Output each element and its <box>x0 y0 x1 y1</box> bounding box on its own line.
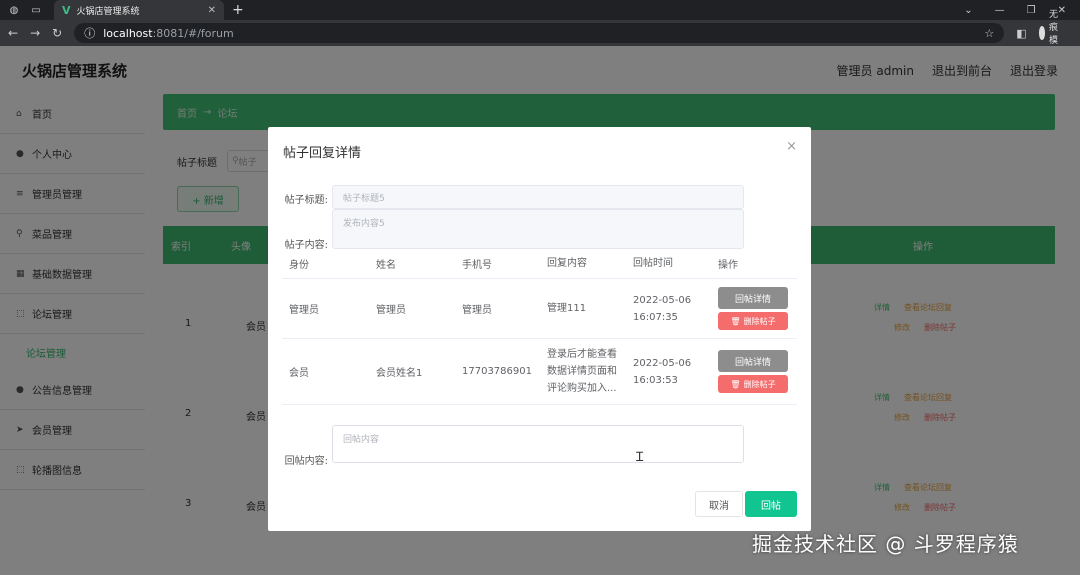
globe-icon[interactable]: ◍ <box>6 2 22 18</box>
dialog-title: 帖子回复详情 <box>283 146 362 161</box>
reply-detail-button[interactable]: 回帖详情 <box>718 350 788 372</box>
vue-logo-icon: V <box>62 3 71 17</box>
reload-icon[interactable]: ↻ <box>52 26 62 40</box>
minimize-icon[interactable]: — <box>995 5 1005 16</box>
browser-tab[interactable]: V 火锅店管理系统 ✕ <box>54 0 224 20</box>
tab-overview-icon[interactable]: ▭ <box>28 2 44 18</box>
text-cursor-icon: Ɪ <box>636 450 644 465</box>
trash-icon: 🗑 <box>730 379 741 389</box>
back-icon[interactable]: ← <box>8 26 18 40</box>
cell-phone: 17703786901 <box>462 366 532 377</box>
url-field[interactable]: ⓘ localhost:8081/#/forum ☆ <box>74 23 1005 43</box>
col-name: 姓名 <box>376 260 396 271</box>
delete-post-label: 删除帖子 <box>743 316 776 326</box>
post-title-field[interactable]: 帖子标题5 <box>332 185 744 209</box>
tab-close-icon[interactable]: ✕ <box>208 5 216 16</box>
cell-actions: 回帖详情 🗑 删除帖子 <box>711 287 797 330</box>
cell-content: 管理111 <box>547 303 587 314</box>
info-icon[interactable]: ⓘ <box>84 25 95 41</box>
col-time: 回帖时间 <box>633 258 673 269</box>
cancel-button[interactable]: 取消 <box>695 491 743 517</box>
cell-name: 管理员 <box>376 305 406 316</box>
cell-time: 2022-05-06 16:07:35 <box>633 294 692 323</box>
trash-icon: 🗑 <box>730 316 741 326</box>
reply-table: 身份 姓名 手机号 回复内容 回帖时间 操作 管理员 管理员 管理员 管理111… <box>282 249 797 405</box>
chevron-down-icon[interactable]: ⌄ <box>964 5 972 16</box>
url-host: localhost <box>103 26 153 40</box>
col-phone: 手机号 <box>462 260 492 271</box>
reply-content-label: 回帖内容: <box>284 456 328 467</box>
forward-icon[interactable]: → <box>30 26 40 40</box>
cell-content: 登录后才能查看数据详情页面和评论购买加入... <box>547 349 617 394</box>
reply-detail-dialog: 帖子回复详情 × 帖子标题: 帖子标题5 帖子内容: 发布内容5 身份 姓名 手… <box>268 127 811 531</box>
restore-icon[interactable]: ❐ <box>1027 5 1036 16</box>
col-identity: 身份 <box>289 260 309 271</box>
url-path: :8081/#/forum <box>152 26 234 40</box>
watermark: 掘金技术社区 @ 斗罗程序猿 <box>752 532 1019 556</box>
submit-reply-button[interactable]: 回帖 <box>745 491 797 517</box>
col-actions: 操作 <box>718 260 738 271</box>
cell-name: 会员姓名1 <box>376 368 423 379</box>
delete-post-label: 删除帖子 <box>743 379 776 389</box>
delete-post-button[interactable]: 🗑 删除帖子 <box>718 375 788 393</box>
address-bar-row: ← → ↻ ⓘ localhost:8081/#/forum ☆ ◧ 无痕模式 … <box>0 10 1080 59</box>
cell-time: 2022-05-06 16:03:53 <box>633 357 692 386</box>
delete-post-button[interactable]: 🗑 删除帖子 <box>718 312 788 330</box>
cell-phone: 管理员 <box>462 305 492 316</box>
post-content-field[interactable]: 发布内容5 <box>332 209 744 249</box>
cell-identity: 管理员 <box>289 305 319 316</box>
post-title-label: 帖子标题: <box>284 195 328 206</box>
new-tab-icon[interactable]: + <box>232 2 244 18</box>
reply-content-input[interactable]: 回帖内容 <box>332 425 744 463</box>
reply-table-header: 身份 姓名 手机号 回复内容 回帖时间 操作 <box>282 249 797 279</box>
bookmark-star-icon[interactable]: ☆ <box>984 27 994 40</box>
incognito-icon <box>1038 26 1046 40</box>
col-content: 回复内容 <box>547 258 587 269</box>
cell-identity: 会员 <box>289 368 309 379</box>
cell-actions: 回帖详情 🗑 删除帖子 <box>711 350 797 393</box>
reply-detail-button[interactable]: 回帖详情 <box>718 287 788 309</box>
table-row: 会员 会员姓名1 17703786901 登录后才能查看数据详情页面和评论购买加… <box>282 339 797 405</box>
close-icon[interactable]: × <box>786 139 797 154</box>
tab-title: 火锅店管理系统 <box>76 6 140 17</box>
browser-tab-bar: ◍ ▭ V 火锅店管理系统 ✕ + ⌄ — ❐ ✕ <box>0 0 1080 20</box>
sidepanel-icon[interactable]: ◧ <box>1016 27 1026 40</box>
table-row: 管理员 管理员 管理员 管理111 2022-05-06 16:07:35 回帖… <box>282 279 797 339</box>
